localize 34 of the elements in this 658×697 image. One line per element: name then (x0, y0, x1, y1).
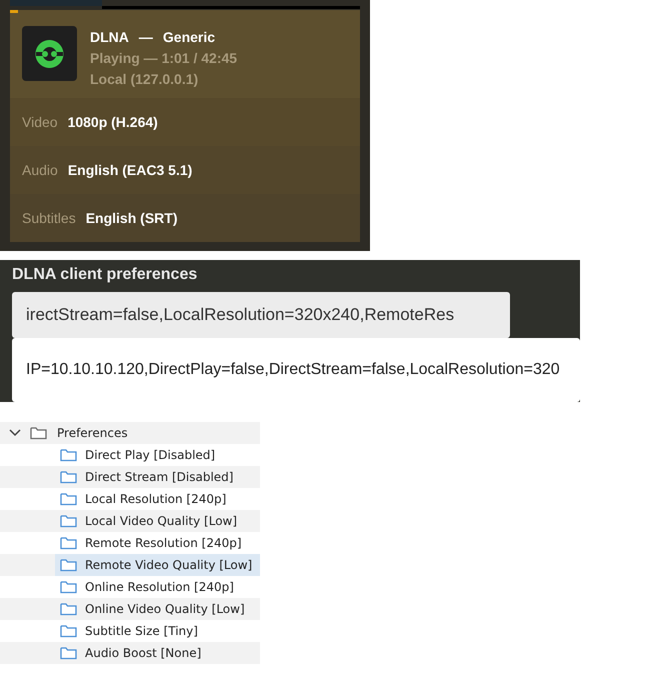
tree-item[interactable]: Remote Video Quality [Low] (55, 554, 260, 576)
field-title: DLNA client preferences (12, 265, 198, 285)
stream-value: 1080p (H.264) (68, 112, 158, 132)
playback-status: Playing — 1:01 / 42:45 (90, 49, 238, 68)
dlna-logo-icon (33, 38, 66, 68)
folder-icon (60, 624, 77, 638)
tree-item[interactable]: Remote Resolution [240p] (55, 532, 260, 554)
folder-icon (60, 470, 77, 484)
stream-value: English (SRT) (86, 208, 178, 228)
input-field[interactable]: irectStream=false,LocalResolution=320x240,RemoteRes (12, 292, 510, 338)
tree-item[interactable]: Preferences (0, 422, 260, 444)
stream-label: Video (22, 112, 58, 132)
folder-icon (60, 580, 77, 594)
device-type: Generic (162, 28, 216, 47)
stream-label: Audio (22, 160, 58, 180)
folder-icon (60, 646, 77, 660)
folder-icon (60, 558, 77, 572)
progress-marker (10, 10, 18, 13)
folder-icon (60, 492, 77, 506)
folder-icon (30, 426, 47, 440)
tree-item[interactable]: Online Resolution [240p] (55, 576, 260, 598)
folder-icon (60, 448, 77, 462)
tree-item[interactable]: Direct Play [Disabled] (55, 444, 260, 466)
separator: — (138, 28, 153, 47)
folder-icon (60, 514, 77, 528)
stream-value: English (EAC3 5.1) (68, 160, 192, 180)
stream-label: Subtitles (22, 208, 76, 228)
connection-address: Local (127.0.0.1) (90, 70, 200, 89)
device-name: DLNA (90, 28, 129, 47)
tree-item[interactable]: Local Resolution [240p] (55, 488, 260, 510)
tree-item[interactable]: Subtitle Size [Tiny] (55, 620, 260, 642)
folder-icon (60, 602, 77, 616)
folder-icon (60, 536, 77, 550)
autocomplete-suggestion[interactable]: IP=10.10.10.120,DirectPlay=false,DirectStream=false,LocalResolution=320 (12, 338, 580, 402)
